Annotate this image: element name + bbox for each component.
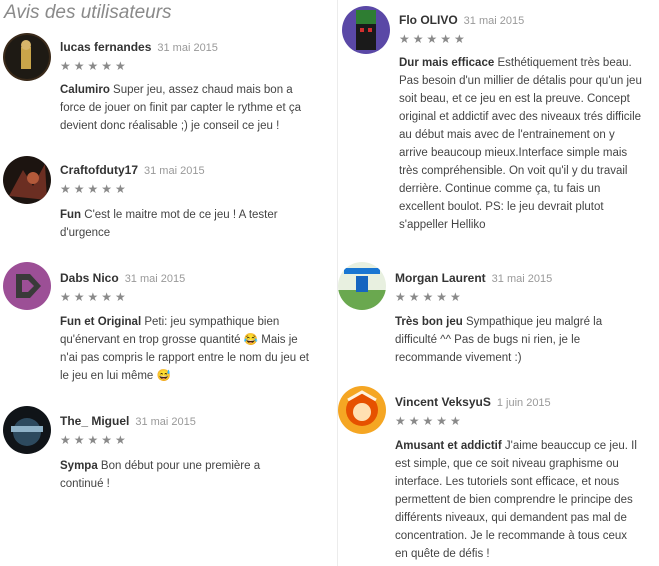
review-date: 31 mai 2015 [135,416,196,428]
avatar[interactable] [338,386,386,434]
author-name[interactable]: Dabs Nico 31 mai 2015 [60,271,185,285]
review-title: Sympa [60,460,98,472]
avatar[interactable] [342,6,390,54]
author-name[interactable]: The_ Miguel 31 mai 2015 [60,414,196,428]
review-title: Dur mais efficace [399,57,495,69]
review-title: Fun et Original [60,316,142,328]
star-rating: ★★★★★ [60,433,129,447]
review-morgan-laurent: Morgan Laurent 31 mai 2015 ★★★★★ Très bon… [338,262,648,372]
review-date: 1 juin 2015 [496,397,551,409]
review-lucas-fernandes: lucas fernandes 31 mai 2015 ★★★★★ Calumir… [3,33,323,143]
review-title: Très bon jeu [395,316,463,328]
review-craftofduty17: Craftofduty17 31 mai 2015 ★★★★★ Fun C'est… [3,156,323,246]
author-name-text: Morgan Laurent [395,271,486,285]
star-rating: ★★★★★ [395,290,464,304]
star-rating: ★★★★★ [399,32,468,46]
author-name-text: Dabs Nico [60,271,119,285]
review-body: Fun C'est le maitre mot de ce jeu ! A te… [60,206,295,242]
avatar[interactable] [338,262,386,310]
review-title: Calumiro [60,84,110,96]
star-rating: ★★★★★ [395,414,464,428]
review-date: 31 mai 2015 [491,273,553,285]
author-name[interactable]: lucas fernandes 31 mai 2015 [60,40,218,54]
avatar-image [338,262,386,310]
review-body: Calumiro Super jeu, assez chaud mais bon… [60,81,305,135]
review-body: Dur mais efficace Esthétiquement très be… [399,54,644,234]
author-name-text: The_ Miguel [60,414,130,428]
author-name-text: Vincent VeksyuS [395,395,491,409]
review-body: Sympa Bon début pour une première a cont… [60,457,275,493]
review-text: C'est le maitre mot de ce jeu ! A tester… [60,209,278,239]
avatar-image [3,33,51,81]
review-dabs-nico: Dabs Nico 31 mai 2015 ★★★★★ Fun et Origin… [3,262,323,392]
avatar[interactable] [3,156,51,204]
avatar[interactable] [3,33,51,81]
avatar-image [3,406,51,454]
author-name-text: Flo OLIVO [399,13,458,27]
avatar[interactable] [3,262,51,310]
review-body: Fun et Original Peti: jeu sympathique bi… [60,313,310,385]
review-date: 31 mai 2015 [144,165,205,177]
review-date: 31 mai 2015 [157,42,218,54]
review-flo-olivo: Flo OLIVO 31 mai 2015 ★★★★★ Dur mais effi… [342,6,652,256]
review-text: J'aime beauccup ce jeu. Il est simple, q… [395,440,637,560]
author-name[interactable]: Craftofduty17 31 mai 2015 [60,163,205,177]
avatar-image [338,386,386,434]
review-body: Très bon jeu Sympathique jeu malgré la d… [395,313,620,367]
review-title: Fun [60,209,82,221]
avatar-image [3,262,51,310]
review-date: 31 mai 2015 [124,273,186,285]
star-rating: ★★★★★ [60,290,129,304]
star-rating: ★★★★★ [60,59,129,73]
review-vincent-veksyus: Vincent VeksyuS 1 juin 2015 ★★★★★ Amusant… [338,386,653,566]
avatar[interactable] [3,406,51,454]
review-text: Esthétiquement très beau. Pas besoin d'u… [399,57,642,231]
avatar-image [3,156,51,204]
avatar-image [342,6,390,54]
section-title: Avis des utilisateurs [4,2,172,23]
author-name[interactable]: Morgan Laurent 31 mai 2015 [395,271,552,285]
author-name-text: Craftofduty17 [60,163,139,177]
author-name[interactable]: Vincent VeksyuS 1 juin 2015 [395,395,551,409]
star-rating: ★★★★★ [60,182,129,196]
author-name-text: lucas fernandes [60,40,152,54]
author-name[interactable]: Flo OLIVO 31 mai 2015 [399,13,524,27]
review-the-miguel: The_ Miguel 31 mai 2015 ★★★★★ Sympa Bon d… [3,406,323,496]
review-body: Amusant et addictif J'aime beauccup ce j… [395,437,642,563]
review-date: 31 mai 2015 [463,15,525,27]
review-title: Amusant et addictif [395,440,502,452]
